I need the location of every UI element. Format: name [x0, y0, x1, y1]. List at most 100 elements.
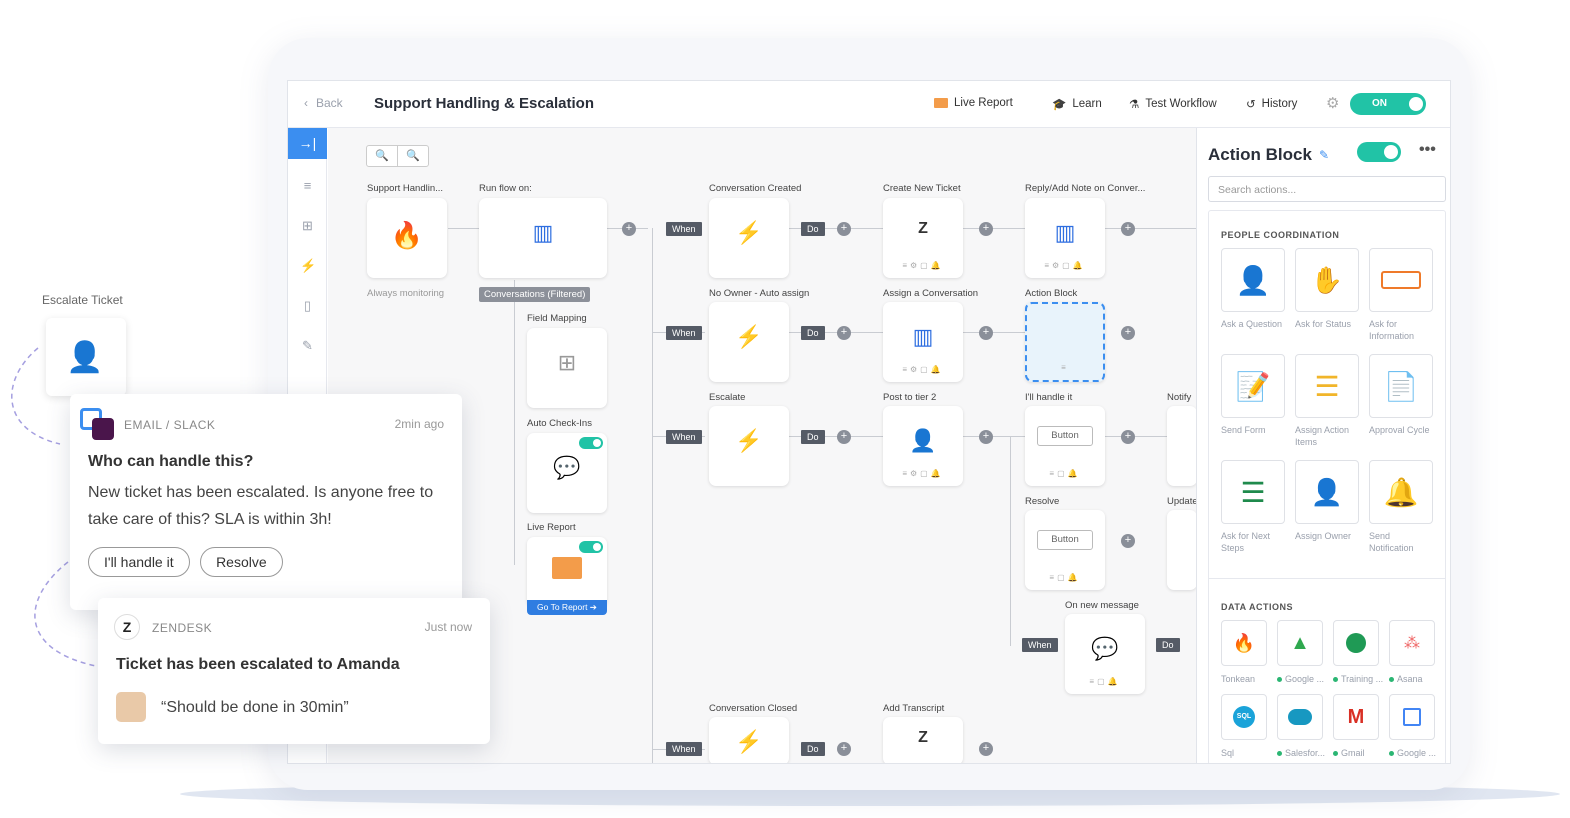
ill-handle-node[interactable]: Button ≡▢🔔	[1025, 406, 1105, 486]
ask-status-action[interactable]: ✋ Ask for Status	[1295, 248, 1361, 330]
gear-icon[interactable]: ⚙	[1326, 94, 1339, 112]
go-to-report-button[interactable]: Go To Report ➔	[527, 600, 607, 615]
salesforce-action[interactable]: Salesfor...	[1277, 694, 1325, 758]
create-ticket-label: Create New Ticket	[883, 183, 961, 194]
assign-conversation-node[interactable]: ▥ ≡⚙▢🔔	[883, 302, 963, 382]
resolve-node[interactable]: Button ≡▢🔔	[1025, 510, 1105, 590]
card-body: New ticket has been escalated. Is anyone…	[88, 484, 434, 528]
add-transcript-label: Add Transcript	[883, 703, 945, 714]
google-drive-action[interactable]: ▲ Google ...	[1277, 620, 1325, 684]
test-workflow-button[interactable]: ⚗ Test Workflow	[1129, 97, 1217, 111]
lightning-icon[interactable]: ⚡	[300, 258, 316, 273]
action-block-toggle[interactable]	[1357, 142, 1401, 162]
list-icon[interactable]: ▯	[300, 298, 315, 313]
post-tier2-node[interactable]: 👤 ≡⚙▢🔔	[883, 406, 963, 486]
add-step-button[interactable]: +	[837, 326, 851, 340]
auto-checkins-toggle[interactable]	[579, 437, 603, 449]
auto-checkins-label: Auto Check-Ins	[527, 418, 592, 429]
live-report-button[interactable]: Live Report	[934, 97, 1013, 109]
no-owner-label: No Owner - Auto assign	[709, 288, 810, 299]
edit-pencil-icon[interactable]: ✎	[1319, 148, 1329, 162]
add-step-button[interactable]: +	[837, 742, 851, 756]
post-tier2-label: Post to tier 2	[883, 392, 937, 403]
assign-owner-action[interactable]: 👤 Assign Owner	[1295, 460, 1361, 542]
trigger-node[interactable]: 🔥	[367, 198, 447, 278]
zoom-in-icon[interactable]: 🔍	[398, 146, 428, 166]
gmail-action[interactable]: M Gmail	[1333, 694, 1381, 758]
add-step-button[interactable]: +	[1121, 534, 1135, 548]
send-notification-action[interactable]: 🔔 Send Notification	[1369, 460, 1435, 554]
run-flow-filter-badge[interactable]: Conversations (Filtered)	[479, 287, 591, 302]
reply-note-node[interactable]: ▥ ≡⚙▢🔔	[1025, 198, 1105, 278]
zoom-out-icon[interactable]: 🔍	[367, 146, 398, 166]
field-mapping-node[interactable]: ⊞	[527, 328, 607, 408]
live-report-toggle[interactable]	[579, 541, 603, 553]
add-step-button[interactable]: +	[1121, 430, 1135, 444]
add-step-button[interactable]: +	[1121, 222, 1135, 236]
approval-cycle-action[interactable]: 📄 Approval Cycle	[1369, 354, 1435, 436]
top-bar: ‹ Back Support Handling & Escalation Liv…	[288, 81, 1450, 128]
more-options-icon[interactable]: •••	[1419, 141, 1436, 159]
on-new-message-node[interactable]: 💬 ≡▢🔔	[1065, 614, 1145, 694]
back-button[interactable]: ‹ Back	[304, 96, 343, 110]
form-icon[interactable]: ✎	[300, 338, 315, 353]
conversation-closed-node[interactable]: ⚡	[709, 717, 789, 763]
data-section-title: DATA ACTIONS	[1221, 602, 1293, 612]
info-request-icon	[1381, 271, 1421, 289]
chevron-left-icon: ‹	[304, 96, 308, 110]
add-step-button[interactable]: +	[622, 222, 636, 236]
sql-action[interactable]: SQL Sql	[1221, 694, 1269, 758]
workflow-on-toggle[interactable]: ON	[1350, 93, 1426, 115]
conversation-created-node[interactable]: ⚡	[709, 198, 789, 278]
assign-user-icon: 👤	[1310, 476, 1344, 507]
grid-icon: ⊞	[557, 350, 577, 375]
when-pill: When	[666, 742, 702, 756]
add-step-button[interactable]: +	[979, 742, 993, 756]
training-sheet-action[interactable]: Training ...	[1333, 620, 1383, 684]
learn-button[interactable]: 🎓 Learn	[1052, 97, 1102, 111]
waving-hand-icon: ✋	[1310, 264, 1344, 295]
slack-email-icon	[80, 408, 116, 442]
when-pill: When	[666, 430, 702, 444]
history-button[interactable]: ↺ History	[1246, 97, 1297, 111]
database-icon[interactable]: ≡	[300, 178, 315, 193]
add-step-button[interactable]: +	[979, 430, 993, 444]
no-owner-node[interactable]: ⚡	[709, 302, 789, 382]
action-block-node[interactable]: ≡	[1025, 302, 1105, 382]
create-ticket-node[interactable]: Z ≡⚙▢🔔	[883, 198, 963, 278]
update-label: Update	[1167, 496, 1198, 507]
add-step-button[interactable]: +	[979, 326, 993, 340]
assign-conversation-label: Assign a Conversation	[883, 288, 979, 299]
add-step-button[interactable]: +	[837, 222, 851, 236]
chat-bubble-icon: 💬	[1091, 636, 1119, 661]
auto-checkins-node[interactable]: 💬	[527, 433, 607, 513]
live-report-node[interactable]	[527, 537, 607, 607]
add-transcript-node[interactable]: Z	[883, 717, 963, 763]
add-step-button[interactable]: +	[979, 222, 993, 236]
ask-question-icon: 👤	[1235, 264, 1271, 296]
ill-handle-it-button[interactable]: I'll handle it	[88, 547, 190, 577]
ask-information-action[interactable]: Ask for Information	[1369, 248, 1435, 342]
sheet-icon	[1346, 633, 1366, 653]
ask-next-steps-action[interactable]: ☰ Ask for Next Steps	[1221, 460, 1287, 554]
add-step-button[interactable]: +	[1121, 326, 1135, 340]
chat-icon: 💬	[553, 455, 581, 480]
notify-node[interactable]	[1167, 406, 1197, 486]
approval-document-icon: 📄	[1383, 370, 1419, 402]
update-node[interactable]	[1167, 510, 1197, 590]
expand-icon[interactable]: →|	[288, 128, 327, 159]
on-new-message-label: On new message	[1065, 600, 1139, 611]
escalate-node[interactable]: ⚡	[709, 406, 789, 486]
send-form-action[interactable]: 📝 Send Form	[1221, 354, 1287, 436]
tonkean-action[interactable]: 🔥 Tonkean	[1221, 620, 1269, 684]
add-step-button[interactable]: +	[837, 430, 851, 444]
assign-action-items-action[interactable]: ☰ Assign Action Items	[1295, 354, 1361, 448]
grid-icon[interactable]: ⊞	[300, 218, 315, 233]
run-flow-node[interactable]: ▥	[479, 198, 607, 278]
search-actions-input[interactable]: Search actions...	[1208, 176, 1446, 202]
ask-question-action[interactable]: 👤 Ask a Question	[1221, 248, 1287, 330]
trigger-label: Support Handlin...	[367, 183, 444, 194]
google-calendar-action[interactable]: Google ...	[1389, 694, 1437, 758]
resolve-button[interactable]: Resolve	[200, 547, 283, 577]
asana-action[interactable]: ⁂ Asana	[1389, 620, 1437, 684]
